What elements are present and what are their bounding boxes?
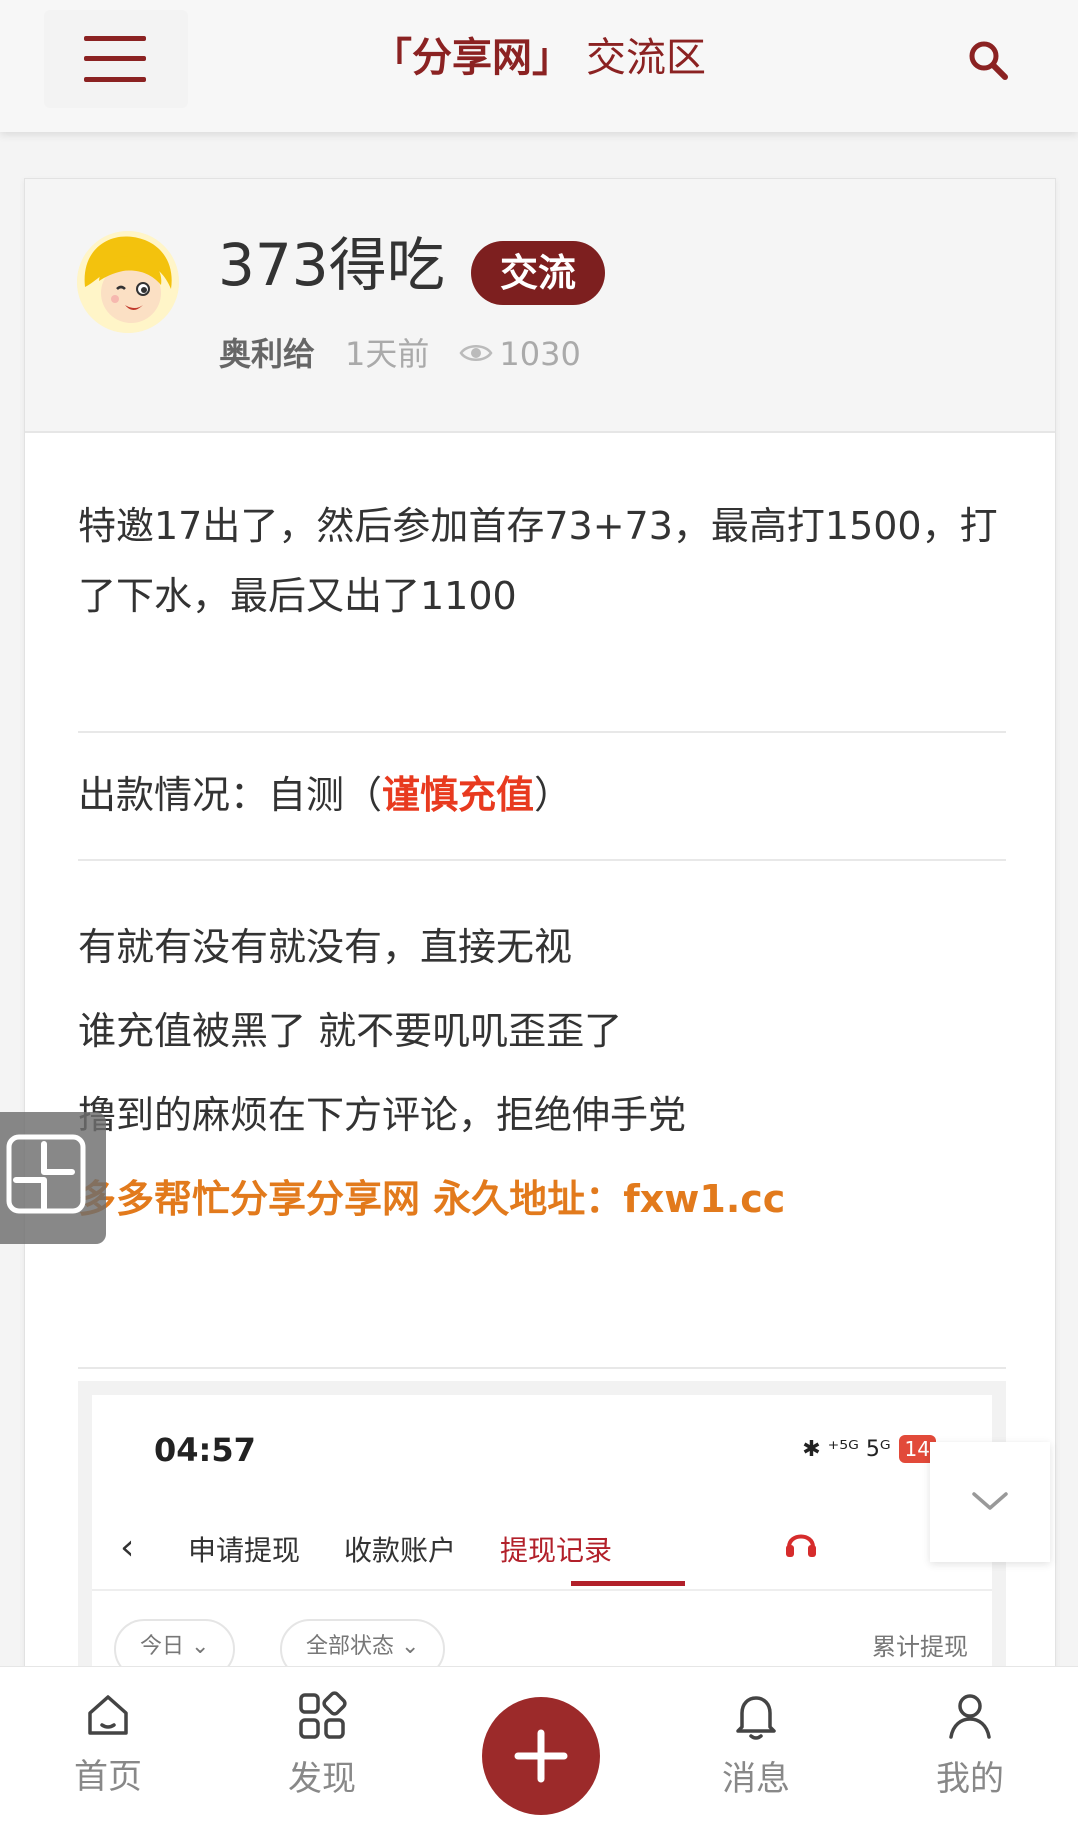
screenshot-total-label: 累计提现	[872, 1633, 968, 1661]
divider	[78, 859, 1006, 861]
screenshot-tab-active: 提现记录	[500, 1534, 613, 1567]
post-header: 373得吃 交流 奥利给 1天前 1030	[25, 179, 1055, 433]
divider	[78, 1367, 1006, 1369]
category-tag[interactable]: 交流	[471, 241, 606, 305]
search-icon[interactable]	[968, 40, 1008, 80]
plus-icon	[514, 1729, 568, 1783]
post-line: 有就有没有就没有，直接无视	[78, 925, 573, 969]
post-line: 谁充值被黑了 就不要叽叽歪歪了	[78, 1009, 623, 1053]
avatar-image	[77, 231, 179, 333]
filter-label: 今日	[140, 1634, 185, 1659]
signal-icons: ✱ ⁺⁵ᴳ 5ᴳ	[802, 1437, 891, 1462]
chevron-down-icon: ⌄	[401, 1634, 420, 1659]
withdraw-label: 出款情况：自测（	[78, 773, 383, 817]
nav-me[interactable]: 我的	[910, 1691, 1030, 1800]
nav-home[interactable]: 首页	[48, 1691, 168, 1798]
page-title: 「分享网」 交流区	[0, 30, 1078, 86]
active-tab-underline	[571, 1581, 685, 1586]
withdraw-suffix: ）	[534, 773, 573, 817]
screenshot-content: 04:57 ✱ ⁺⁵ᴳ 5ᴳ14 ‹ 申请提现 收款账户 提现记录 今日 ⌄	[92, 1395, 992, 1679]
floating-resize-button[interactable]	[0, 1112, 106, 1244]
collapse-icon	[6, 1134, 86, 1214]
chevron-down-icon: ⌄	[191, 1634, 210, 1659]
user-icon	[949, 1694, 991, 1739]
view-count: 1030	[459, 335, 581, 373]
screenshot-status-bar: ✱ ⁺⁵ᴳ 5ᴳ 14	[802, 1435, 936, 1463]
divider	[78, 731, 1006, 733]
chevron-down-icon	[972, 1492, 1008, 1510]
post-time: 1天前	[345, 335, 430, 373]
embedded-screenshot[interactable]: 04:57 ✱ ⁺⁵ᴳ 5ᴳ14 ‹ 申请提现 收款账户 提现记录 今日 ⌄	[78, 1381, 1006, 1679]
post-line: 撸到的麻烦在下方评论，拒绝伸手党	[78, 1093, 687, 1137]
filter-label: 全部状态	[306, 1634, 395, 1659]
bottom-nav: 首页 发现 消息 我的	[0, 1666, 1078, 1833]
view-count-value: 1030	[499, 335, 581, 373]
author-name[interactable]: 奥利给	[219, 335, 315, 373]
eye-icon	[459, 345, 493, 361]
nav-label: 首页	[74, 1757, 142, 1797]
headset-icon	[786, 1534, 816, 1557]
screenshot-tabs: ‹ 申请提现 收款账户 提现记录	[92, 1505, 992, 1591]
nav-label: 我的	[936, 1759, 1004, 1799]
post-meta: 奥利给 1天前 1030	[219, 329, 581, 379]
promo-link[interactable]: 多多帮忙分享分享网 永久地址：fxw1.cc	[78, 1157, 785, 1241]
nav-discover[interactable]: 发现	[262, 1691, 382, 1800]
avatar[interactable]	[77, 231, 179, 333]
grid-icon	[299, 1691, 347, 1739]
screenshot-tab: 申请提现	[188, 1534, 301, 1567]
post-title: 373得吃	[218, 231, 445, 299]
screenshot-clock: 04:57	[154, 1431, 256, 1469]
post-paragraph: 特邀17出了，然后参加首存73+73，最高打1500，打了下水，最后又出了110…	[78, 504, 998, 618]
scroll-down-button[interactable]	[930, 1442, 1050, 1562]
bell-icon	[736, 1696, 776, 1740]
nav-label: 消息	[722, 1759, 790, 1799]
withdraw-warning: 谨慎充值	[382, 773, 535, 817]
create-post-button[interactable]	[482, 1697, 600, 1815]
screenshot-tab: 收款账户	[344, 1534, 457, 1567]
site-brand: 「分享网」	[372, 35, 572, 81]
home-icon	[88, 1695, 128, 1735]
nav-messages[interactable]: 消息	[696, 1691, 816, 1800]
top-header: 「分享网」 交流区	[0, 0, 1078, 132]
withdraw-status: 出款情况：自测（谨慎充值）	[78, 747, 572, 843]
post-card: 373得吃 交流 奥利给 1天前 1030 特邀17出了，然后参加首存73+73，最…	[24, 178, 1056, 1680]
section-name: 交流区	[586, 35, 706, 81]
nav-label: 发现	[288, 1759, 356, 1799]
back-icon: ‹	[120, 1527, 135, 1568]
